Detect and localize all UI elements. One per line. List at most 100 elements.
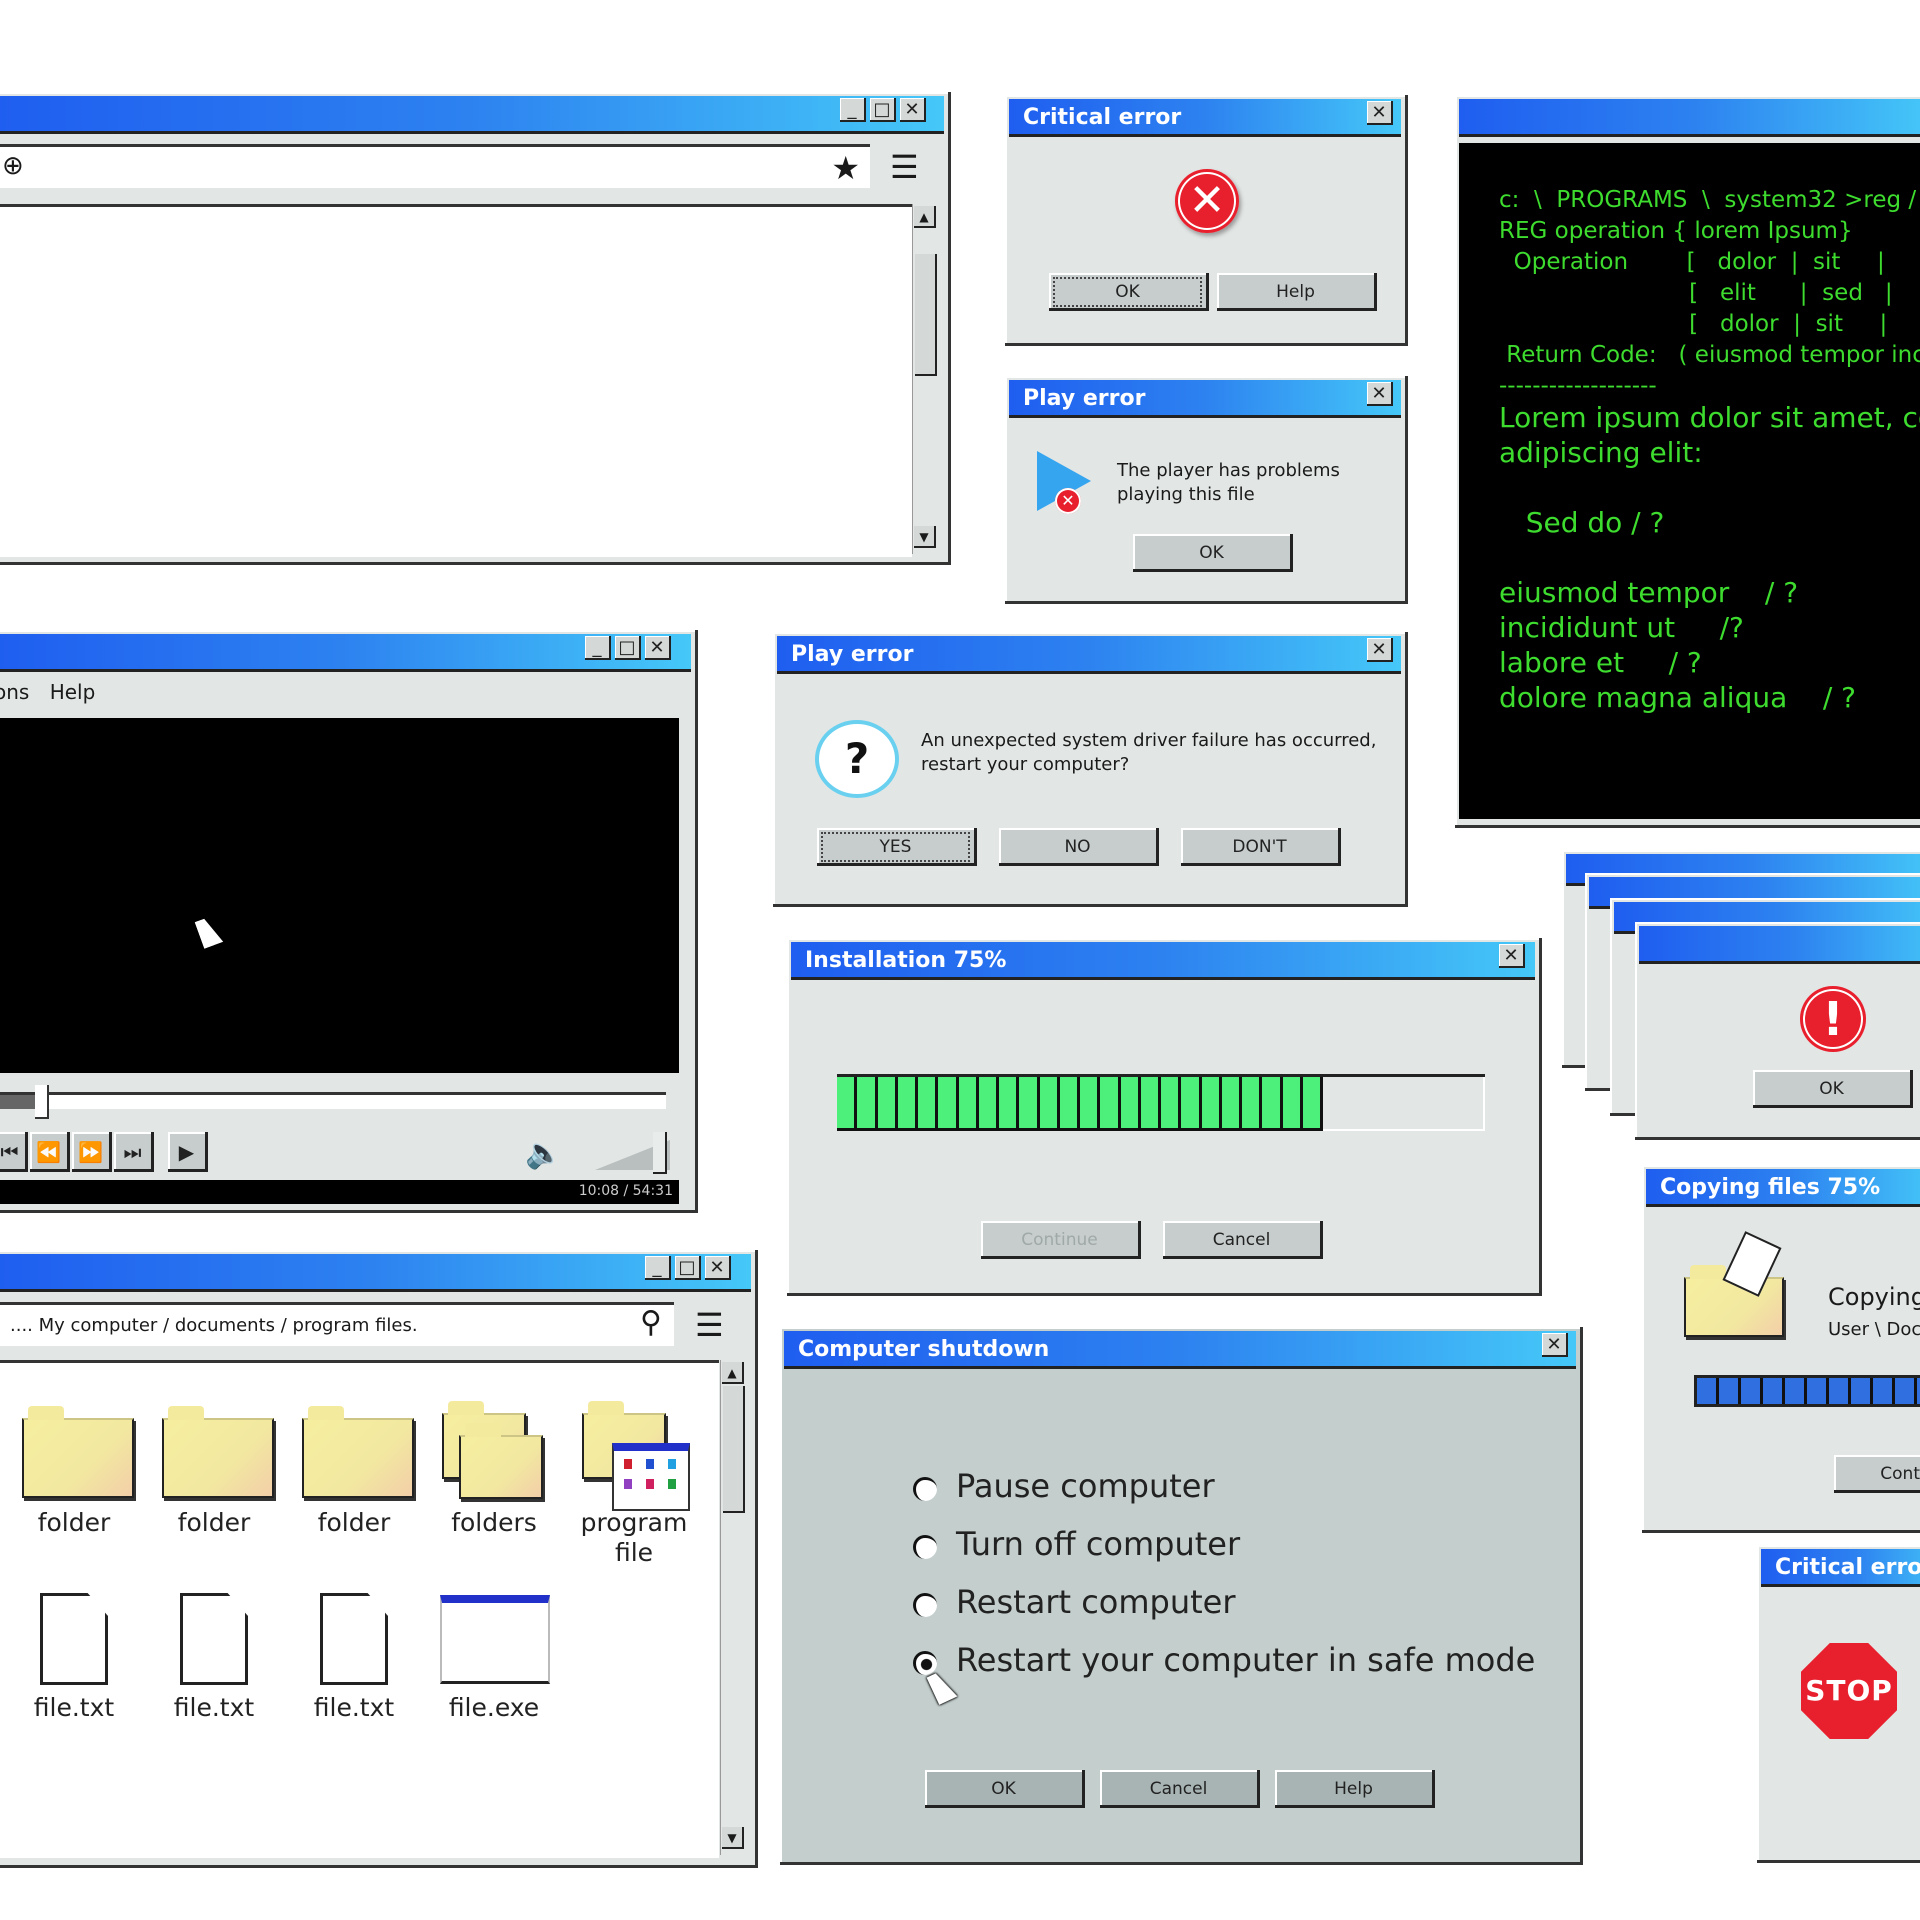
- browser-title-bar[interactable]: [0, 96, 944, 134]
- star-icon[interactable]: ★: [831, 149, 860, 187]
- close-button[interactable]: ✕: [1499, 944, 1525, 968]
- minimize-button[interactable]: _: [585, 636, 611, 660]
- rewind-button[interactable]: ⏪: [30, 1132, 70, 1172]
- maximize-button[interactable]: □: [870, 98, 896, 122]
- radio-button[interactable]: [913, 1593, 937, 1617]
- dont-button[interactable]: DON'T: [1181, 828, 1341, 866]
- terminal-title-bar[interactable]: [1459, 99, 1920, 137]
- explorer-title-bar[interactable]: [0, 1254, 751, 1292]
- minimize-button[interactable]: _: [840, 98, 866, 122]
- continue-button[interactable]: Continue: [981, 1221, 1141, 1259]
- ok-button[interactable]: OK: [1049, 273, 1209, 311]
- video-area[interactable]: [0, 718, 679, 1073]
- dialog-title-bar[interactable]: Installation 75%: [791, 942, 1535, 980]
- skip-back-button[interactable]: ⏮: [0, 1132, 28, 1172]
- globe-icon: ⊕: [2, 151, 24, 181]
- dialog-title-bar[interactable]: Critical erro: [1761, 1549, 1920, 1587]
- path-bar[interactable]: .... My computer / documents / program f…: [0, 1302, 674, 1346]
- skip-forward-button[interactable]: ⏭: [114, 1132, 154, 1172]
- radio-label[interactable]: Turn off computer: [956, 1525, 1240, 1563]
- scroll-down-arrow[interactable]: ▼: [722, 1827, 744, 1849]
- browser-scrollbar[interactable]: ▲ ▼: [912, 204, 939, 554]
- file-item-label[interactable]: program file: [564, 1508, 704, 1568]
- speaker-icon[interactable]: 🔈: [525, 1136, 562, 1171]
- text-file-icon[interactable]: [180, 1593, 248, 1685]
- close-button[interactable]: ✕: [900, 98, 926, 122]
- maximize-button[interactable]: □: [675, 1256, 701, 1280]
- text-file-icon[interactable]: [320, 1593, 388, 1685]
- scroll-thumb[interactable]: [723, 1386, 745, 1513]
- minimize-button[interactable]: _: [645, 1256, 671, 1280]
- close-button[interactable]: ✕: [705, 1256, 731, 1280]
- file-explorer-window: _ □ ✕ .... My computer / documents / pro…: [0, 1250, 758, 1868]
- menu-item-help[interactable]: Help: [50, 680, 96, 704]
- file-item-label[interactable]: file.txt: [284, 1693, 424, 1723]
- file-item-label[interactable]: file.txt: [144, 1693, 284, 1723]
- scroll-down-arrow[interactable]: ▼: [914, 526, 936, 548]
- play-button[interactable]: ▶: [168, 1132, 208, 1172]
- file-item-label[interactable]: folder: [284, 1508, 424, 1538]
- scroll-up-arrow[interactable]: ▲: [722, 1362, 744, 1384]
- fast-forward-button[interactable]: ⏩: [72, 1132, 112, 1172]
- exe-file-icon[interactable]: [440, 1595, 550, 1684]
- radio-button[interactable]: [913, 1651, 937, 1675]
- dialog-title-bar[interactable]: Critical error: [1009, 99, 1401, 137]
- terminal-line: c: \ PROGRAMS \ system32 >reg / ?: [1499, 187, 1920, 213]
- help-button[interactable]: Help: [1217, 273, 1377, 311]
- maximize-button[interactable]: □: [615, 636, 641, 660]
- file-item-label[interactable]: file.txt: [4, 1693, 144, 1723]
- explorer-scrollbar[interactable]: ▲ ▼: [720, 1360, 747, 1855]
- close-button[interactable]: ✕: [1367, 638, 1393, 662]
- file-item-label[interactable]: folder: [4, 1508, 144, 1538]
- no-button[interactable]: NO: [999, 828, 1159, 866]
- yes-button[interactable]: YES: [817, 828, 977, 866]
- folder-icon[interactable]: [302, 1406, 414, 1498]
- dialog-title-bar[interactable]: Copying files 75%: [1646, 1169, 1920, 1207]
- text-file-icon[interactable]: [40, 1593, 108, 1685]
- seek-thumb[interactable]: [35, 1085, 50, 1119]
- radio-button[interactable]: [913, 1535, 937, 1559]
- menu-item-options[interactable]: ons: [0, 680, 29, 704]
- radio-label[interactable]: Pause computer: [956, 1467, 1215, 1505]
- radio-button[interactable]: [913, 1477, 937, 1501]
- help-button[interactable]: Help: [1275, 1770, 1435, 1808]
- file-item-label[interactable]: folders: [424, 1508, 564, 1538]
- progress-segment: [1181, 1077, 1202, 1128]
- hamburger-menu-icon[interactable]: ☰: [695, 1306, 724, 1344]
- dialog-title-bar[interactable]: [1639, 926, 1920, 964]
- volume-thumb[interactable]: [652, 1132, 667, 1174]
- cancel-button[interactable]: Cancel: [1163, 1221, 1323, 1259]
- close-button[interactable]: ✕: [1367, 101, 1393, 125]
- close-button[interactable]: ✕: [645, 636, 671, 660]
- dialog-title-bar[interactable]: Play error: [1009, 380, 1401, 418]
- cancel-button[interactable]: Cancel: [1100, 1770, 1260, 1808]
- path-text[interactable]: .... My computer / documents / program f…: [10, 1315, 418, 1336]
- exclamation-icon: !: [1800, 986, 1866, 1052]
- radio-label[interactable]: Restart computer: [956, 1583, 1236, 1621]
- search-icon[interactable]: ⚲: [640, 1305, 662, 1340]
- scroll-up-arrow[interactable]: ▲: [914, 206, 936, 228]
- dialog-title-bar[interactable]: Play error: [777, 636, 1401, 674]
- hamburger-menu-icon[interactable]: ☰: [890, 148, 919, 186]
- file-item-label[interactable]: folder: [144, 1508, 284, 1538]
- volume-slider[interactable]: [595, 1132, 670, 1174]
- seek-bar[interactable]: [0, 1085, 666, 1119]
- url-bar[interactable]: ⊕ ★: [0, 144, 870, 188]
- folder-icon[interactable]: [22, 1406, 134, 1498]
- file-item-label[interactable]: file.exe: [424, 1693, 564, 1723]
- dialog-title: Installation 75%: [805, 948, 1007, 973]
- scroll-thumb[interactable]: [915, 254, 937, 376]
- radio-label[interactable]: Restart your computer in safe mode: [956, 1641, 1535, 1679]
- dialog-title-bar[interactable]: Computer shutdown: [784, 1331, 1576, 1369]
- ok-button[interactable]: OK: [1753, 1070, 1913, 1108]
- folder-icon[interactable]: [162, 1406, 274, 1498]
- close-button[interactable]: ✕: [1542, 1333, 1568, 1357]
- continue-button[interactable]: Conti: [1834, 1455, 1920, 1493]
- terminal-output[interactable]: c: \ PROGRAMS \ system32 >reg / ? REG ope…: [1459, 143, 1920, 819]
- question-bubble-icon: ?: [815, 720, 899, 798]
- ok-button[interactable]: OK: [1133, 534, 1293, 572]
- mouse-cursor-icon: [926, 1669, 958, 1705]
- ok-button[interactable]: OK: [925, 1770, 1085, 1808]
- close-button[interactable]: ✕: [1367, 382, 1393, 406]
- dialog-title: Copying files 75%: [1660, 1175, 1881, 1200]
